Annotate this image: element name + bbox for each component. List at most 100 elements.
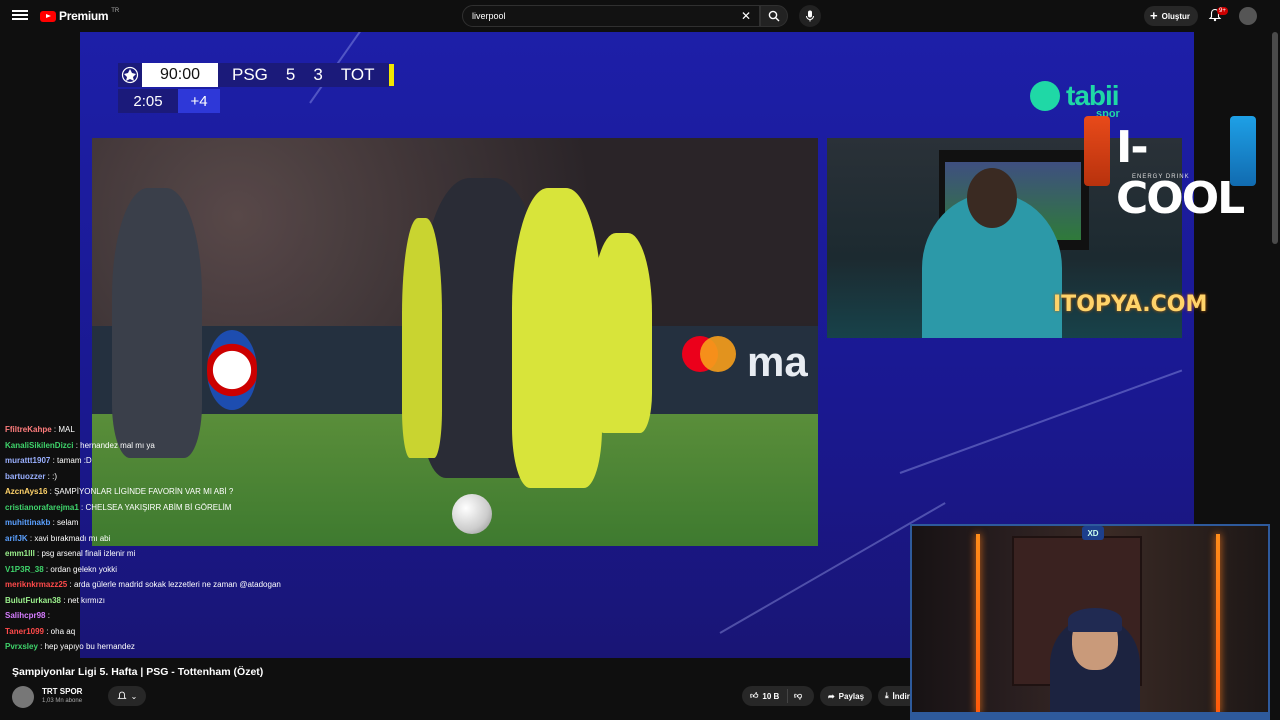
chat-username[interactable]: emm1lll: [5, 549, 35, 558]
close-icon[interactable]: ✕: [741, 9, 751, 23]
chat-username[interactable]: FfiltreKahpe: [5, 425, 52, 434]
youtube-logo[interactable]: Premium TR: [40, 8, 120, 23]
channel-avatar[interactable]: [12, 686, 34, 708]
chat-text: ŞAMPİYONLAR LİGİNDE FAVORİN VAR MI ABİ ?: [54, 487, 234, 496]
icool-sponsor: I-COOL ENERGY DRINK: [1084, 116, 1256, 224]
chat-username[interactable]: Pvrxsley: [5, 642, 38, 651]
search-icon: [768, 10, 780, 22]
chat-text: net kırmızı: [67, 595, 106, 605]
subscription-bell-button[interactable]: ⌄: [108, 686, 146, 706]
logo-text: Premium: [59, 9, 109, 23]
webcam-badge: XD: [1082, 526, 1104, 540]
chat-username[interactable]: Taner1099: [5, 627, 44, 636]
scorebug: 90:00 PSG 5 3 TOT: [118, 63, 394, 87]
chat-message: cristianorafarejma1 : CHELSEA YAKIŞIRR A…: [0, 500, 292, 516]
thumbs-down-icon: 👎︎: [794, 691, 803, 700]
download-button[interactable]: ⤓ İndir: [878, 686, 912, 706]
chat-username[interactable]: Salihcpr98: [5, 611, 45, 620]
notifications-badge: 9+: [1217, 7, 1228, 15]
can-icon: [1230, 116, 1256, 186]
chat-message: Taner1099 : oha aq: [0, 624, 292, 640]
bell-icon: [117, 691, 127, 699]
chat-username[interactable]: V1P3R_38: [5, 565, 44, 574]
tabii-star-icon: [1030, 81, 1060, 111]
chat-message: AzcnAys16 : ŞAMPİYONLAR LİGİNDE FAVORİN …: [0, 484, 292, 500]
search-box[interactable]: liverpool ✕: [462, 5, 760, 27]
chat-username[interactable]: AzcnAys16: [5, 487, 47, 496]
chat-username[interactable]: murattt1907: [5, 456, 50, 465]
chat-message: KanaliSikilenDizci : hernandez mal mı ya: [0, 438, 292, 454]
extra-time: 2:05: [118, 89, 178, 113]
chat-message: muhittinakb : selam: [0, 515, 292, 531]
search-input[interactable]: liverpool: [472, 11, 506, 21]
account-avatar[interactable]: [1239, 7, 1257, 25]
like-dislike-group: 👍︎ 10 B 👎︎: [742, 686, 814, 706]
chat-message: FfiltreKahpe : MAL: [0, 422, 292, 438]
added-time-row: 2:05 +4: [118, 89, 220, 113]
player-tot: [512, 188, 602, 488]
menu-icon[interactable]: [12, 8, 28, 24]
like-button[interactable]: 👍︎ 10 B: [742, 689, 788, 703]
chat-message: BulutFurkan38 : net kırmızı: [0, 593, 292, 609]
chat-username[interactable]: BulutFurkan38: [5, 596, 61, 605]
chat-message: Salihcpr98 :: [0, 608, 292, 624]
chat-username[interactable]: muhittinakb: [5, 518, 50, 527]
away-team: TOT: [340, 65, 375, 84]
chat-username[interactable]: KanaliSikilenDizci: [5, 441, 73, 450]
home-score: 5: [285, 65, 296, 84]
chat-text: tamam :D: [57, 456, 92, 465]
create-label: Oluştur: [1161, 11, 1191, 21]
chat-username[interactable]: cristianorafarejma1: [5, 503, 79, 512]
subscriber-count: 1,03 Mn abone: [42, 698, 83, 704]
chat-message: V1P3R_38 : ordan gelekn yokki: [0, 562, 292, 578]
share-button[interactable]: ➦ Paylaş: [820, 686, 872, 706]
sponsor-subtext: ENERGY DRINK: [1132, 174, 1190, 180]
chat-message: emm1lll : psg arsenal finali izlenir mi: [0, 546, 292, 562]
mic-icon: [806, 10, 814, 22]
dislike-button[interactable]: 👎︎: [788, 691, 802, 701]
chat-message: arifJK : xavi bırakmadı mı abi: [0, 531, 292, 547]
home-team: PSG: [232, 65, 268, 84]
share-label: Paylaş: [838, 691, 865, 701]
chat-message: meriknkrmazz25 : arda gülerle madrid sok…: [0, 577, 292, 593]
chat-text: arda gülerle madrid sokak lezzetleri ne …: [73, 580, 281, 589]
search-button[interactable]: [760, 5, 788, 27]
logo-region: TR: [111, 8, 120, 14]
chat-text: psg arsenal finali izlenir mi: [41, 549, 136, 558]
chat-separator: :: [61, 595, 68, 605]
video-title: Şampiyonlar Ligi 5. Hafta | PSG - Totten…: [12, 666, 264, 678]
chat-text: oha aq: [50, 626, 76, 636]
top-bar: Premium TR liverpool ✕ + Oluştur 9+: [0, 0, 1280, 32]
chevron-down-icon: ⌄: [130, 691, 138, 701]
create-button[interactable]: + Oluştur: [1144, 6, 1199, 26]
chat-username[interactable]: arifJK: [5, 534, 28, 543]
youtube-play-icon: [40, 10, 56, 22]
download-label: İndir: [892, 691, 910, 701]
thumbs-up-icon: 👍︎: [750, 691, 759, 700]
voice-search-button[interactable]: [799, 5, 821, 27]
champions-league-ball-icon: [118, 63, 142, 87]
chat-separator: :: [37, 642, 45, 651]
football: [452, 494, 492, 534]
chat-text: ordan gelekn yokki: [50, 564, 118, 574]
chat-separator: :: [44, 626, 51, 636]
neon-light: [976, 534, 980, 714]
added-minutes: +4: [178, 89, 220, 113]
chat-username[interactable]: bartuozzer: [5, 472, 45, 481]
chat-separator: :: [78, 502, 86, 512]
webcam-border: [912, 712, 1268, 718]
chat-separator: :: [45, 611, 50, 620]
channel-name[interactable]: TRT SPOR: [42, 687, 82, 696]
page-scrollbar[interactable]: [1272, 32, 1278, 244]
chat-username[interactable]: meriknkrmazz25: [5, 580, 67, 589]
chat-message: murattt1907 : tamam :D: [0, 453, 292, 469]
streamer-webcam: XD: [910, 524, 1270, 720]
chat-text: selam: [57, 518, 79, 527]
chat-text: MAL: [58, 425, 75, 434]
player-tot: [402, 218, 442, 458]
download-icon: ⤓: [885, 691, 889, 700]
neon-light: [1216, 534, 1220, 714]
score-line: PSG 5 3 TOT: [218, 63, 389, 87]
chat-separator: :: [50, 518, 58, 527]
like-count: 10 B: [762, 691, 780, 701]
